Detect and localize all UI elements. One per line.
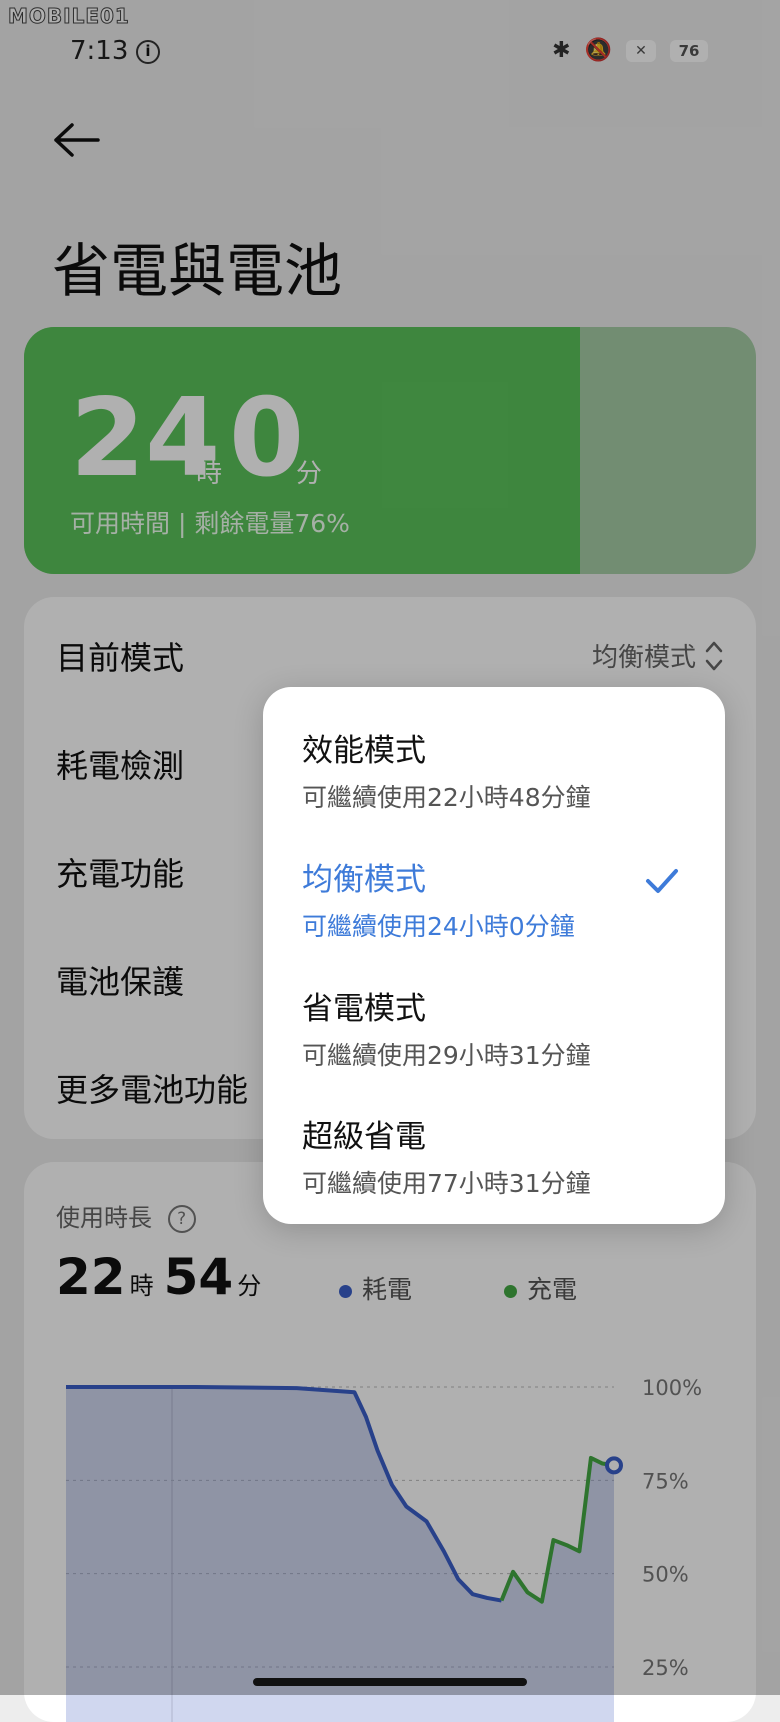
mode-option-performance[interactable]: 效能模式 可繼續使用22小時48分鐘 [302, 725, 702, 814]
mode-option-powersave[interactable]: 省電模式 可繼續使用29小時31分鐘 [302, 983, 702, 1072]
mode-option-desc: 可繼續使用29小時31分鐘 [302, 1041, 591, 1070]
mode-popup: 效能模式 可繼續使用22小時48分鐘 均衡模式 可繼續使用24小時0分鐘 省電模… [263, 687, 725, 1224]
mode-option-balanced[interactable]: 均衡模式 可繼續使用24小時0分鐘 [302, 854, 702, 943]
home-indicator[interactable] [253, 1678, 527, 1686]
mode-option-name: 均衡模式 [302, 862, 426, 898]
checkmark-icon [645, 867, 679, 899]
mode-option-name: 效能模式 [302, 733, 426, 769]
mode-option-name: 省電模式 [302, 991, 426, 1027]
mode-option-super-save[interactable]: 超級省電 可繼續使用77小時31分鐘 [302, 1111, 702, 1200]
mode-option-desc: 可繼續使用77小時31分鐘 [302, 1169, 591, 1198]
mode-option-desc: 可繼續使用24小時0分鐘 [302, 912, 575, 941]
mode-option-name: 超級省電 [302, 1119, 426, 1155]
mode-option-desc: 可繼續使用22小時48分鐘 [302, 783, 591, 812]
